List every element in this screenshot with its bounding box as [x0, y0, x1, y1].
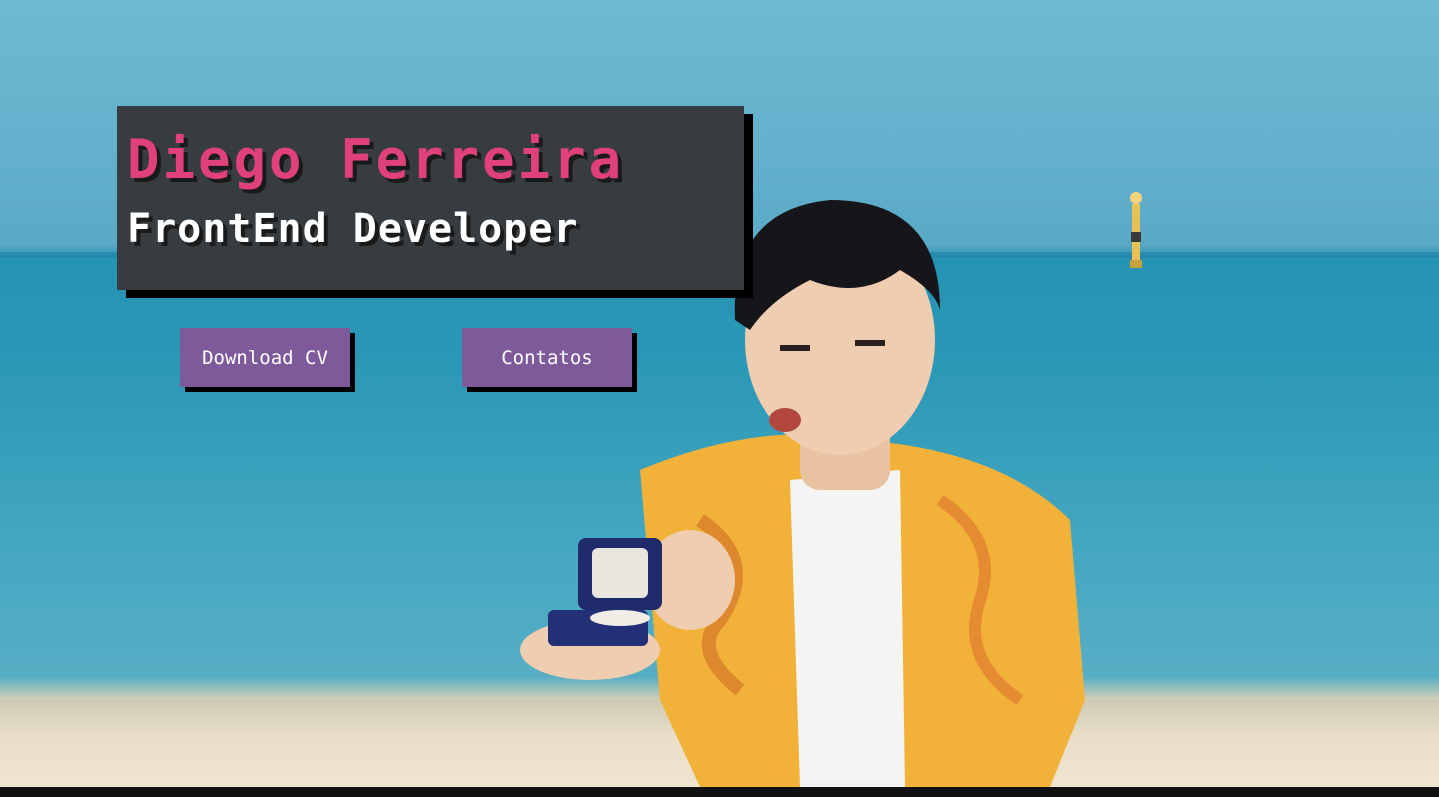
developer-role: FrontEnd Developer — [127, 206, 579, 252]
bottom-bar — [0, 787, 1439, 797]
developer-name: Diego Ferreira — [127, 128, 625, 191]
title-card: Diego Ferreira FrontEnd Developer — [117, 106, 744, 290]
contacts-button[interactable]: Contatos — [462, 328, 632, 387]
download-cv-button[interactable]: Download CV — [180, 328, 350, 387]
